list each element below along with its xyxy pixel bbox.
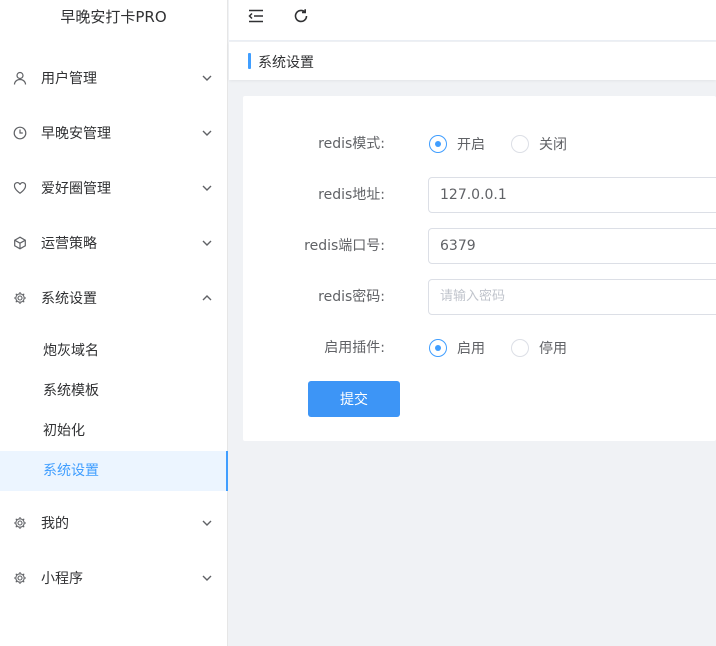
gear-icon [12, 570, 28, 586]
user-icon [12, 70, 28, 86]
breadcrumb-marker [248, 53, 251, 69]
chevron-up-icon [201, 292, 213, 304]
redis-mode-row: redis模式: 开启 关闭 [243, 126, 716, 162]
gear-icon [12, 515, 28, 531]
sidebar-item-label: 运营策略 [41, 235, 97, 252]
redis-port-label: redis端口号: [304, 238, 385, 254]
refresh-icon[interactable] [292, 7, 310, 25]
submenu-item-system-template[interactable]: 系统模板 [0, 371, 228, 411]
radio-label: 启用 [457, 341, 485, 357]
gear-icon [12, 290, 28, 306]
redis-mode-on-radio[interactable]: 开启 [429, 134, 485, 154]
sidebar-item-operation-strategy[interactable]: 运营策略 [0, 215, 227, 270]
chevron-down-icon [201, 237, 213, 249]
redis-mode-off-radio[interactable]: 关闭 [511, 134, 567, 154]
redis-password-row: redis密码: 请输入密码 [243, 279, 716, 315]
redis-port-row: redis端口号: 6379 [243, 228, 716, 264]
radio-label: 停用 [539, 341, 567, 357]
redis-addr-row: redis地址: 127.0.0.1 [243, 177, 716, 213]
submit-button[interactable]: 提交 [308, 381, 400, 417]
collapse-menu-icon[interactable] [247, 7, 265, 25]
breadcrumb-current: 系统设置 [258, 55, 314, 71]
sidebar: 早晚安打卡PRO 用户管理 早晚安管理 爱好圈管理 运营策略 系统设置 炮灰域名… [0, 0, 228, 646]
sidebar-item-system-settings[interactable]: 系统设置 [0, 270, 227, 325]
radio-label: 开启 [457, 137, 485, 153]
submenu-item-system-settings[interactable]: 系统设置 [0, 451, 228, 491]
cube-icon [12, 235, 28, 251]
top-header [229, 0, 716, 41]
plugin-row: 启用插件: 启用 停用 [243, 330, 716, 366]
chevron-down-icon [201, 127, 213, 139]
breadcrumb: 系统设置 [229, 42, 716, 80]
app-title: 早晚安打卡PRO [60, 8, 167, 26]
submenu-item-initialize[interactable]: 初始化 [0, 411, 228, 451]
chevron-down-icon [201, 572, 213, 584]
plugin-label: 启用插件: [324, 340, 385, 356]
chevron-down-icon [201, 182, 213, 194]
sidebar-item-label: 用户管理 [41, 70, 97, 87]
sidebar-item-checkin-management[interactable]: 早晚安管理 [0, 105, 227, 160]
plugin-disable-radio[interactable]: 停用 [511, 338, 567, 358]
radio-circle [429, 339, 447, 357]
settings-form-card: redis模式: 开启 关闭 redis地址: 127.0.0.1 redis端… [243, 96, 716, 441]
chevron-down-icon [201, 72, 213, 84]
radio-label: 关闭 [539, 137, 567, 153]
redis-password-label: redis密码: [318, 289, 385, 305]
sidebar-item-label: 系统设置 [41, 290, 97, 307]
redis-password-input[interactable]: 请输入密码 [428, 279, 716, 315]
submenu-item-cannon-domain[interactable]: 炮灰域名 [0, 331, 228, 371]
radio-circle [511, 135, 529, 153]
sidebar-item-mini-program[interactable]: 小程序 [0, 550, 227, 605]
redis-port-input[interactable]: 6379 [428, 228, 716, 264]
sidebar-item-label: 早晚安管理 [41, 125, 111, 142]
sidebar-item-label: 我的 [41, 515, 69, 532]
heart-icon [12, 180, 28, 196]
sidebar-item-user-management[interactable]: 用户管理 [0, 50, 227, 105]
redis-mode-label: redis模式: [318, 136, 385, 152]
sidebar-item-mine[interactable]: 我的 [0, 495, 227, 550]
chevron-down-icon [201, 517, 213, 529]
sidebar-item-hobby-management[interactable]: 爱好圈管理 [0, 160, 227, 215]
redis-addr-label: redis地址: [318, 187, 385, 203]
sidebar-item-label: 爱好圈管理 [41, 180, 111, 197]
plugin-enable-radio[interactable]: 启用 [429, 338, 485, 358]
radio-circle [511, 339, 529, 357]
redis-addr-input[interactable]: 127.0.0.1 [428, 177, 716, 213]
radio-circle [429, 135, 447, 153]
clock-icon [12, 125, 28, 141]
sidebar-item-label: 小程序 [41, 570, 83, 587]
